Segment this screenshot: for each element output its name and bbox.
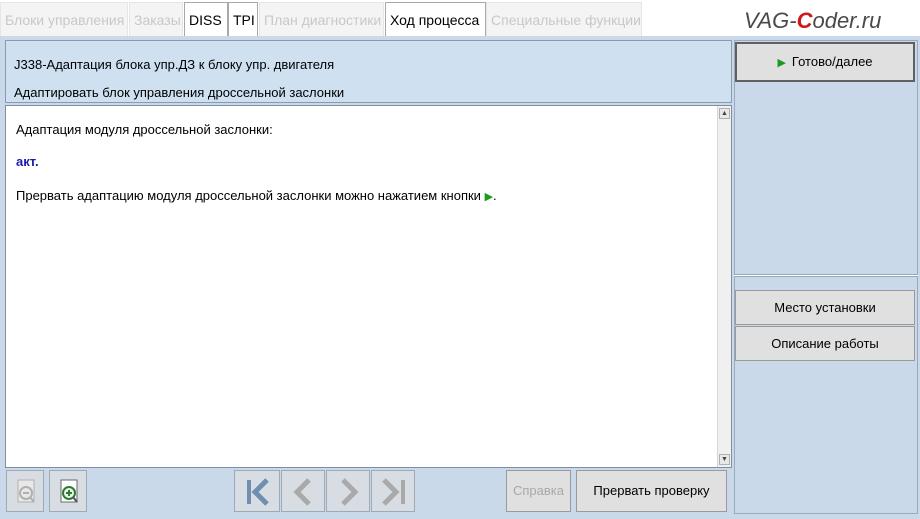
tab-process[interactable]: Ход процесса <box>385 2 486 36</box>
help-button[interactable]: Справка <box>506 470 571 512</box>
tab-control-units[interactable]: Блоки управления <box>0 2 128 36</box>
zoom-in-button[interactable] <box>49 470 87 512</box>
play-triangle-icon: ▶ <box>484 191 494 203</box>
play-triangle-icon: ▶ <box>777 57 786 69</box>
tab-diss[interactable]: DISS <box>184 2 228 36</box>
skip-last-icon <box>382 478 405 506</box>
done-next-button[interactable]: ▶ Готово/далее <box>735 42 915 82</box>
content-line-adaptation: Адаптация модуля дроссельной заслонки: <box>16 122 273 137</box>
right-panel <box>734 40 918 514</box>
watermark-logo: VAG-Coder.ru <box>744 8 882 33</box>
scroll-down-icon[interactable]: ▼ <box>719 454 730 465</box>
right-panel-divider <box>734 274 918 277</box>
tab-orders[interactable]: Заказы <box>129 2 183 36</box>
procedure-header: J338-Адаптация блока упр.ДЗ к блоку упр.… <box>5 40 732 103</box>
zoom-in-icon <box>60 479 78 503</box>
vertical-scrollbar[interactable]: ▲ ▼ <box>717 106 731 467</box>
scroll-up-icon[interactable]: ▲ <box>719 108 730 119</box>
next-step-button[interactable] <box>326 470 370 512</box>
zoom-out-icon <box>17 479 35 503</box>
tab-diagnostic-plan[interactable]: План диагностики <box>259 2 384 36</box>
content-line-abort-hint: Прервать адаптацию модуля дроссельной за… <box>16 188 497 203</box>
tab-special-functions[interactable]: Специальные функции <box>486 2 642 36</box>
abort-test-button[interactable]: Прервать проверку <box>576 470 727 512</box>
skip-first-icon <box>247 478 269 506</box>
chevron-left-icon <box>293 478 311 506</box>
procedure-subtitle: Адаптировать блок управления дроссельной… <box>14 85 345 100</box>
content-panel: Адаптация модуля дроссельной заслонки: а… <box>5 105 732 468</box>
work-description-button[interactable]: Описание работы <box>735 326 915 361</box>
zoom-out-button[interactable] <box>6 470 44 512</box>
bottom-toolbar: Справка Прервать проверку <box>5 470 732 514</box>
tab-tpi[interactable]: TPI <box>228 2 258 36</box>
first-step-button[interactable] <box>234 470 280 512</box>
chevron-right-icon <box>341 478 359 506</box>
status-text: акт. <box>16 154 39 169</box>
last-step-button[interactable] <box>371 470 415 512</box>
previous-step-button[interactable] <box>281 470 325 512</box>
tab-bar: Блоки управления Заказы DISS TPI План ди… <box>0 0 920 36</box>
installation-location-button[interactable]: Место установки <box>735 290 915 325</box>
procedure-title: J338-Адаптация блока упр.ДЗ к блоку упр.… <box>14 57 335 72</box>
